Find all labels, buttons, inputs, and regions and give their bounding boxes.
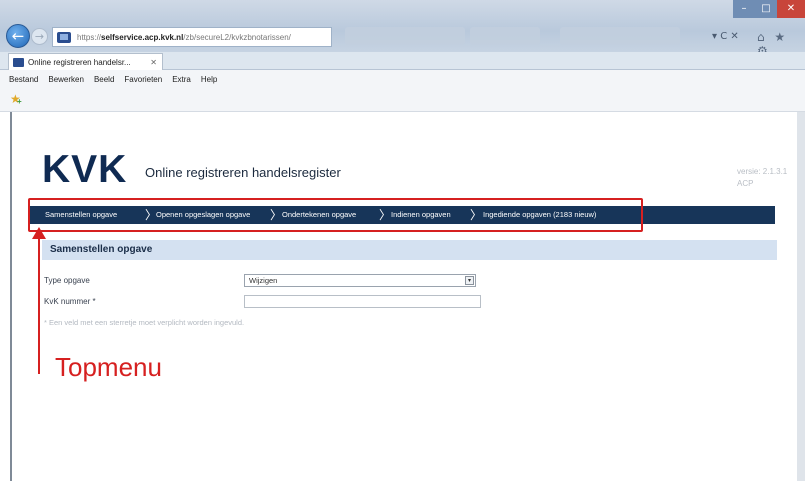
menu-extra[interactable]: Extra [172,75,191,84]
menu-bewerken[interactable]: Bewerken [48,75,84,84]
version-info: versie: 2.1.3.1 ACP [737,166,787,190]
window-controls: – □ ✕ [733,0,805,18]
version-number: versie: 2.1.3.1 [737,167,788,176]
annotation-topmenu-label: Topmenu [55,352,162,382]
tab-row: Online registreren handelsr... ✕ [0,52,805,70]
annotation-arrow-line [38,236,40,374]
section-header: Samenstellen opgave [42,240,777,260]
maximize-button[interactable]: □ [755,0,777,18]
kvk-logo: KVK [42,148,128,191]
site-favicon-icon [57,31,71,43]
blurred-tab[interactable] [470,27,540,45]
kvk-nummer-input[interactable] [244,295,481,308]
close-window-button[interactable]: ✕ [777,0,805,18]
annotation-arrow-up-icon [32,227,46,239]
tab-close-icon[interactable]: ✕ [150,58,157,67]
blurred-tab[interactable] [345,27,465,45]
favorites-bar: ★ + [0,88,805,112]
page-subtitle: Online registreren handelsregister [145,165,341,180]
type-opgave-label: Type opgave [44,276,90,285]
dropdown-arrow-icon[interactable]: ▾ [465,276,474,285]
menu-bestand[interactable]: Bestand [9,75,38,84]
back-arrow-icon[interactable]: ← [6,24,30,48]
menu-help[interactable]: Help [201,75,217,84]
type-opgave-select[interactable]: Wijzigen ▾ [244,274,476,287]
kvk-nummer-label: KvK nummer * [44,297,96,306]
url-prefix: https:// [77,32,102,42]
tab-title: Online registreren handelsr... [28,57,131,67]
tab-favicon-icon [13,57,24,67]
topmenu-highlight-box [28,198,643,232]
required-fields-note: * Een veld met een sterretje moet verpli… [44,318,245,327]
plus-icon: + [17,97,22,106]
browser-titlebar: – □ ✕ ← → https://selfservice.acp.kvk.nl… [0,0,805,58]
forward-arrow-icon[interactable]: → [31,28,48,45]
browser-window: – □ ✕ ← → https://selfservice.acp.kvk.nl… [0,0,805,481]
url-host: selfservice.acp.kvk.nl [101,32,184,42]
browser-tab-active[interactable]: Online registreren handelsr... ✕ [8,53,163,70]
menu-beeld[interactable]: Beeld [94,75,114,84]
blurred-tab[interactable] [560,27,680,45]
menu-favorieten[interactable]: Favorieten [124,75,162,84]
environment-label: ACP [737,179,754,188]
address-bar[interactable]: https://selfservice.acp.kvk.nl/zb/secure… [52,27,332,47]
page-left-border [10,112,12,481]
address-url[interactable]: https://selfservice.acp.kvk.nl/zb/secure… [77,33,291,42]
menu-bar: Bestand Bewerken Beeld Favorieten Extra … [0,70,805,88]
section-title: Samenstellen opgave [50,244,153,255]
url-path: /zb/secureL2/kvkzbnotarissen/ [183,32,291,42]
minimize-button[interactable]: – [733,0,755,18]
address-actions[interactable]: ▾ C ✕ [712,31,739,42]
scrollbar[interactable] [797,112,805,481]
type-opgave-value: Wijzigen [249,276,278,285]
